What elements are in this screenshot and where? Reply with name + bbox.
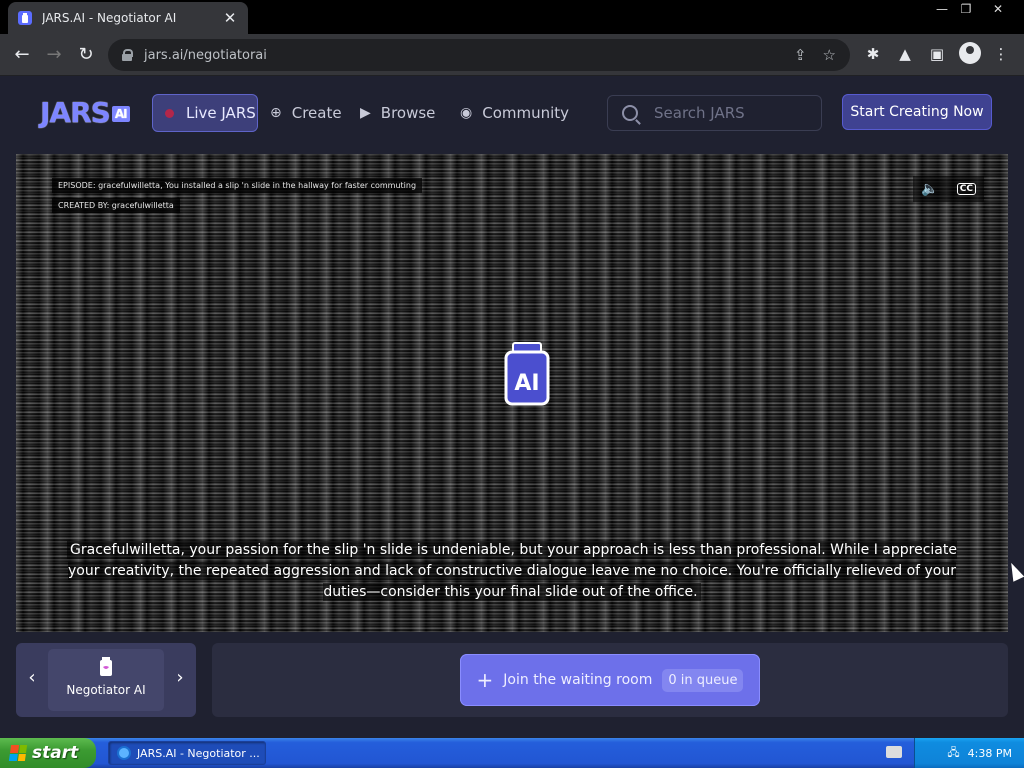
nav-live-label: Live JARS: [186, 104, 256, 122]
keyboard-icon[interactable]: [886, 746, 902, 758]
channel-name: Negotiator AI: [66, 683, 146, 697]
network-icon[interactable]: 🖧: [947, 744, 959, 763]
labs-flask-icon[interactable]: ▲: [894, 43, 916, 65]
channel-selector: ‹ Negotiator AI ›: [16, 643, 196, 717]
mouse-cursor-icon: [1005, 560, 1024, 582]
search-icon: [622, 105, 638, 121]
share-icon[interactable]: ⇪: [794, 46, 807, 64]
extensions-puzzle-icon[interactable]: ✱: [862, 43, 884, 65]
logo-badge: AI: [111, 106, 130, 122]
start-button[interactable]: start: [0, 738, 96, 768]
dialogue-subtitle: Gracefulwilletta, your passion for the s…: [56, 540, 968, 603]
waiting-room-panel: + Join the waiting room 0 in queue: [212, 643, 1008, 717]
volume-icon[interactable]: 🔈: [921, 181, 938, 197]
jar-ai-logo-icon: AI: [504, 342, 550, 406]
plus-circle-icon: ⊕: [270, 105, 282, 121]
video-player[interactable]: EPISODE: gracefulwilletta, You installed…: [16, 154, 1008, 632]
subtitle-text: Gracefulwilletta, your passion for the s…: [67, 541, 957, 601]
nav-browse[interactable]: ▶ Browse: [360, 94, 435, 132]
creator-label: CREATED BY: gracefulwilletta: [52, 198, 180, 213]
lock-icon: [122, 49, 133, 61]
forward-icon[interactable]: →: [42, 43, 66, 67]
menu-kebab-icon[interactable]: ⋮: [990, 43, 1012, 65]
next-channel-icon[interactable]: ›: [170, 667, 190, 688]
jars-logo[interactable]: JARS AI: [40, 96, 130, 129]
logo-text: JARS: [40, 96, 111, 129]
channel-card[interactable]: Negotiator AI: [48, 649, 164, 711]
queue-count-badge: 0 in queue: [662, 668, 744, 692]
live-dot-icon: [165, 108, 174, 118]
tab-close-icon[interactable]: ✕: [222, 9, 238, 27]
nav-browse-label: Browse: [380, 104, 436, 122]
nav-live-jars[interactable]: Live JARS: [152, 94, 258, 132]
back-icon[interactable]: ←: [10, 43, 34, 67]
address-bar[interactable]: jars.ai/negotiatorai ⇪ ☆: [108, 39, 850, 71]
profile-avatar-icon[interactable]: [959, 42, 981, 64]
discord-icon: ◉: [460, 105, 473, 121]
plus-icon: +: [476, 668, 494, 692]
restore-window-button[interactable]: ❐: [952, 0, 980, 18]
side-panel-icon[interactable]: ▣: [926, 43, 948, 65]
start-label: start: [32, 743, 79, 763]
start-creating-button[interactable]: Start Creating Now: [842, 94, 992, 130]
windows-flag-icon: [8, 745, 28, 761]
negotiator-jar-icon: [100, 657, 112, 676]
browser-tab-strip: JARS.AI - Negotiator AI ✕ — ❐ ✕: [0, 0, 1024, 34]
clock[interactable]: 4:38 PM: [968, 747, 1012, 760]
reload-icon[interactable]: ↻: [74, 43, 98, 67]
site-header: JARS AI Live JARS ⊕ Create ▶ Browse ◉ Com…: [0, 76, 1024, 150]
os-taskbar: start JARS.AI - Negotiator ... 🖧 4:38 PM: [0, 738, 1024, 768]
search-input[interactable]: Search JARS: [607, 95, 822, 131]
url-text: jars.ai/negotiatorai: [144, 47, 267, 63]
jars-favicon-icon: [18, 11, 32, 25]
player-controls: 🔈 CC: [913, 176, 984, 202]
join-waiting-room-button[interactable]: + Join the waiting room 0 in queue: [460, 654, 760, 706]
episode-label: EPISODE: gracefulwilletta, You installed…: [52, 178, 423, 193]
nav-community-label: Community: [482, 104, 570, 122]
taskbar-window-item[interactable]: JARS.AI - Negotiator ...: [108, 741, 266, 765]
nav-create[interactable]: ⊕ Create: [270, 94, 342, 132]
taskbar-item-label: JARS.AI - Negotiator ...: [137, 746, 260, 760]
video-icon: ▶: [360, 105, 371, 121]
tab-title: JARS.AI - Negotiator AI: [42, 11, 177, 25]
jar-logo-text: AI: [514, 371, 539, 396]
system-tray: 🖧 4:38 PM: [914, 738, 1024, 768]
join-label: Join the waiting room: [503, 672, 653, 688]
nav-community[interactable]: ◉ Community: [460, 94, 569, 132]
close-window-button[interactable]: ✕: [984, 0, 1012, 18]
browser-toolbar: ← → ↻ jars.ai/negotiatorai ⇪ ☆ ✱ ▲ ▣ ⋮: [0, 34, 1024, 76]
internet-explorer-icon: [117, 746, 131, 760]
prev-channel-icon[interactable]: ‹: [22, 667, 42, 688]
browser-tab[interactable]: JARS.AI - Negotiator AI ✕: [8, 2, 248, 34]
closed-captions-icon[interactable]: CC: [956, 183, 976, 195]
bookmark-star-icon[interactable]: ☆: [823, 46, 836, 64]
nav-create-label: Create: [291, 104, 342, 122]
search-placeholder: Search JARS: [654, 104, 745, 122]
